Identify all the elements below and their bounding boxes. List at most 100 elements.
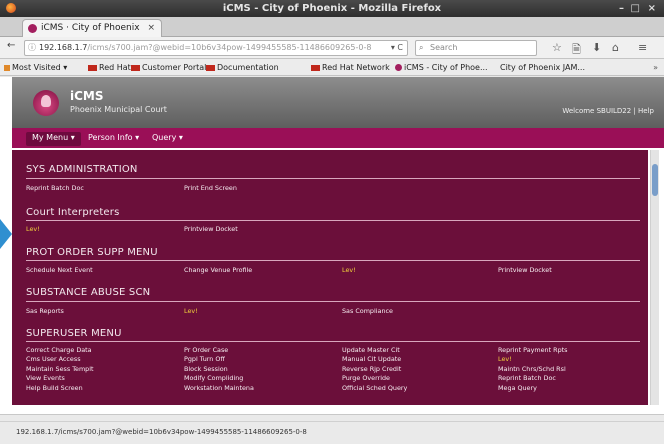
bookmark-star-icon[interactable]: ☆ [552,41,562,54]
search-icon: ⌕ [419,43,424,52]
bookmarks-overflow-icon[interactable]: » [653,59,658,75]
bookmark-city-of-phoenix[interactable]: City of Phoenix JAM... [500,59,585,75]
pointer-arrow-icon [0,219,12,249]
home-icon[interactable]: ⌂ [612,41,619,54]
menu-my-menu[interactable]: My Menu ▾ [26,132,81,146]
download-icon[interactable]: ⬇ [592,41,601,54]
hamburger-menu-icon[interactable]: ≡ [638,41,647,54]
section-divider [26,260,640,261]
menu-link[interactable]: Maintain Sess Templt [26,365,94,373]
menu-link[interactable]: Manual Cit Update [342,355,401,363]
menu-link[interactable]: Modify Compliding [184,374,243,382]
my-menu-panel: SYS ADMINISTRATION Reprint Batch Doc Print… [12,150,648,405]
page-scrollbar[interactable] [650,150,659,405]
search-placeholder: Search [430,43,458,52]
menu-link[interactable]: Purge Override [342,374,390,382]
menu-link[interactable]: Mega Query [498,384,537,392]
tab-icms[interactable]: iCMS · City of Phoenix × [22,19,162,37]
maximize-icon[interactable]: □ [631,0,640,17]
bookmark-label: Customer Portal [142,63,207,72]
menu-link[interactable]: Printview Docket [498,266,552,274]
menu-link[interactable]: Block Session [184,365,228,373]
scrollbar-thumb[interactable] [652,164,658,196]
icms-favicon-icon [395,64,402,71]
bookmark-label: Red Hat [99,63,131,72]
tab-label: iCMS · City of Phoenix [41,23,140,33]
redhat-icon [88,64,97,71]
bookmark-label: iCMS - City of Phoe... [404,63,488,72]
browser-window: iCMS - City of Phoenix - Mozilla Firefox… [0,0,664,444]
menu-link[interactable]: Lev! [498,355,512,363]
section-title: Court Interpreters [26,207,120,218]
app-header: iCMS Phoenix Municipal Court Welcome SBU… [12,77,664,128]
status-url: 192.168.1.7/icms/s700.jam?@webid=10b6v34… [16,428,307,436]
app-name: iCMS [70,89,104,103]
close-tab-icon[interactable]: × [147,20,155,36]
url-reload-icon[interactable]: ▾ C [391,41,403,55]
url-host: 192.168.1.7 [39,43,88,52]
menu-link[interactable]: Workstation Maintena [184,384,254,392]
menu-link[interactable]: Correct Charge Data [26,346,92,354]
reading-list-icon[interactable]: 🗎 [572,41,581,60]
menu-link[interactable]: Schedule Next Event [26,266,93,274]
section-title: PROT ORDER SUPP MENU [26,247,158,258]
search-input[interactable]: ⌕ Search [415,40,537,56]
menu-link[interactable]: Reverse Rjp Credit [342,365,401,373]
menu-link[interactable]: Reprint Batch Doc [498,374,556,382]
menu-link[interactable]: Cms User Access [26,355,81,363]
menu-query[interactable]: Query ▾ [146,132,189,146]
app-subtitle: Phoenix Municipal Court [70,105,167,114]
bookmark-label: Documentation [217,63,279,72]
phoenix-logo-icon [33,90,59,116]
menu-person-info[interactable]: Person Info ▾ [82,132,145,146]
window-titlebar: iCMS - City of Phoenix - Mozilla Firefox… [0,0,664,17]
menu-link[interactable]: Reprint Batch Doc [26,184,84,192]
status-divider [0,421,664,422]
section-title: SUPERUSER MENU [26,328,122,339]
section-title: SUBSTANCE ABUSE SCN [26,287,151,298]
url-bar[interactable]: ⓘ 192.168.1.7/icms/s700.jam?@webid=10b6v… [24,40,408,56]
menu-link[interactable]: Printview Docket [184,225,238,233]
menu-link[interactable]: Reprint Payment Rpts [498,346,567,354]
bookmarks-toolbar: Most Visited ▾ Red Hat Customer Portal D… [0,59,664,76]
bookmark-red-hat[interactable]: Red Hat [88,59,131,75]
menu-link[interactable]: Sas Reports [26,307,64,315]
section-title: SYS ADMINISTRATION [26,164,138,175]
redhat-icon [311,64,320,71]
folder-icon [4,64,10,71]
bookmark-label: City of Phoenix JAM... [500,63,585,72]
bookmark-most-visited[interactable]: Most Visited ▾ [4,59,67,75]
menu-link[interactable]: View Events [26,374,65,382]
icms-favicon-icon [28,24,37,33]
menu-link[interactable]: Help Build Screen [26,384,83,392]
menu-link[interactable]: Pgpl Turn Off [184,355,225,363]
section-divider [26,301,640,302]
menu-link[interactable]: Pr Order Case [184,346,228,354]
menu-link[interactable]: Maintn Chrs/Schd Rsl [498,365,566,373]
menu-link[interactable]: Sas Compliance [342,307,393,315]
bookmark-documentation[interactable]: Documentation [206,59,279,75]
app-menubar: My Menu ▾ Person Info ▾ Query ▾ [12,128,664,148]
welcome-text[interactable]: Welcome SBUILD22 | Help [562,107,654,115]
menu-link[interactable]: Lev! [342,266,356,274]
menu-link[interactable]: Lev! [26,225,40,233]
back-icon[interactable]: ← [7,40,15,51]
tab-bar: iCMS · City of Phoenix × + [0,17,664,49]
close-window-icon[interactable]: × [648,0,656,17]
info-icon[interactable]: ⓘ [28,41,36,55]
menu-link[interactable]: Print End Screen [184,184,237,192]
menu-link[interactable]: Change Venue Profile [184,266,252,274]
section-divider [26,341,640,342]
menu-link[interactable]: Update Master Cit [342,346,400,354]
bookmark-customer-portal[interactable]: Customer Portal [131,59,207,75]
bookmark-label: Red Hat Network [322,63,390,72]
redhat-icon [206,64,215,71]
menu-link[interactable]: Lev! [184,307,198,315]
bookmark-red-hat-network[interactable]: Red Hat Network [311,59,390,75]
bookmark-icms[interactable]: iCMS - City of Phoe... [395,59,488,75]
menu-link[interactable]: Official Sched Query [342,384,407,392]
minimize-icon[interactable]: – [619,0,624,17]
status-bar: 192.168.1.7/icms/s700.jam?@webid=10b6v34… [0,414,664,444]
section-divider [26,220,640,221]
firefox-logo-icon [6,3,16,13]
